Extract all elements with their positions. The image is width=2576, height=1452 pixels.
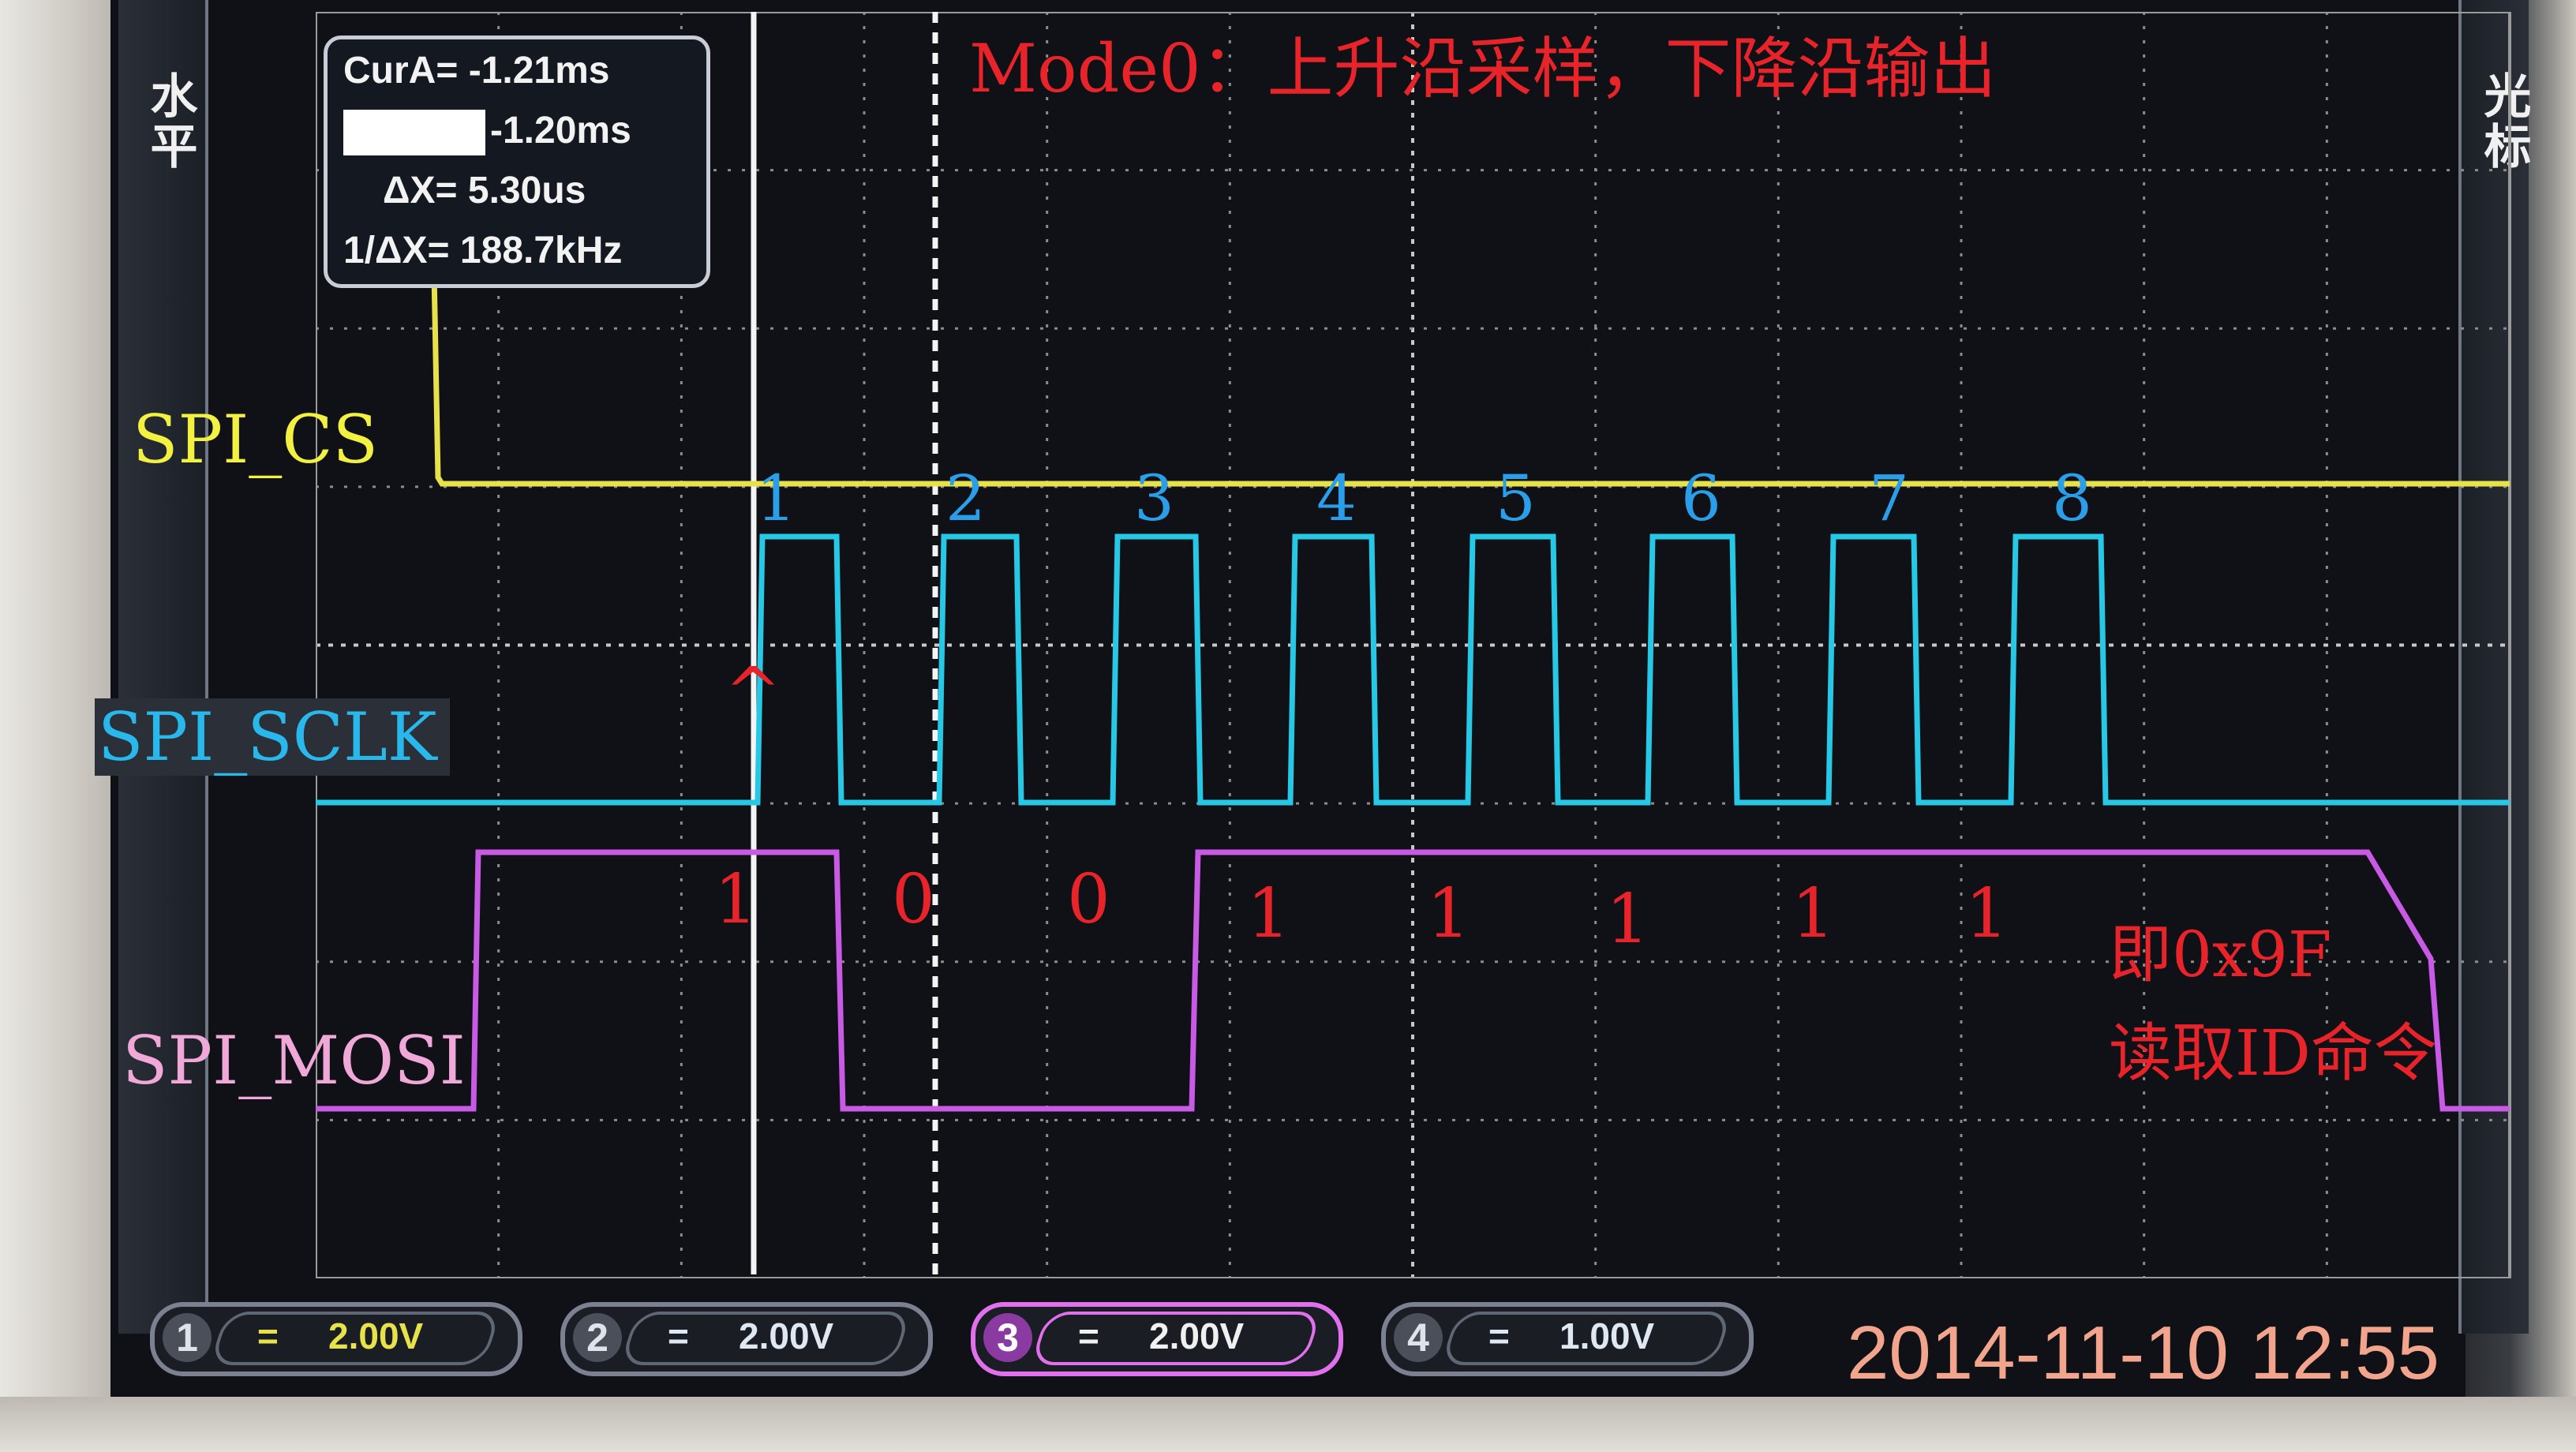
channel-1-coupling-icon: = (257, 1315, 279, 1357)
mosi-bit-7: 1 (1792, 874, 1835, 953)
channel-4-button[interactable]: 4 = 1.00V (1381, 1302, 1754, 1376)
clock-edge-number-2: 2 (945, 462, 986, 535)
clock-edge-number-6: 6 (1681, 462, 1721, 535)
channel-3-coupling-icon: = (1078, 1315, 1099, 1357)
channel-2-coupling-icon: = (668, 1315, 689, 1357)
channel-status-bar: 1 = 2.00V 2 = 2.00V 3 = 2.00V 4 = 1.00V (150, 1302, 1847, 1381)
cursor-readout-box: CurA= -1.21ms -1.20ms ΔX= 5.30us 1/ΔX= 1… (324, 36, 710, 288)
channel-4-volts: 1.00V (1559, 1315, 1655, 1357)
inverse-delta-x-row: 1/ΔX= 188.7kHz (343, 229, 622, 272)
spi-sclk-label: SPI_SCLK (95, 698, 450, 776)
spi-mosi-label: SPI_MOSI (122, 1022, 466, 1099)
channel-1-button[interactable]: 1 = 2.00V (150, 1302, 522, 1376)
cursor-b-label-redacted (343, 110, 485, 156)
mosi-bit-2: 0 (892, 860, 935, 939)
channel-2-button[interactable]: 2 = 2.00V (560, 1302, 933, 1376)
spi-cs-trace (430, 269, 2510, 487)
mosi-bit-5: 1 (1427, 874, 1470, 953)
cursor-a-label: CurA= (343, 50, 459, 92)
channel-4-number: 4 (1394, 1313, 1443, 1362)
delta-x-value: 5.30us (467, 170, 586, 211)
mosi-bit-4: 1 (1247, 874, 1290, 953)
clock-edge-number-4: 4 (1316, 462, 1357, 535)
inverse-delta-x-label: 1/ΔX= (343, 230, 450, 271)
channel-3-number: 3 (983, 1313, 1032, 1362)
channel-3-button[interactable]: 3 = 2.00V (971, 1302, 1343, 1376)
clock-edge-number-3: 3 (1134, 462, 1174, 535)
clock-edge-number-1: 1 (756, 462, 796, 535)
channel-1-volts: 2.00V (328, 1315, 424, 1357)
channel-2-number: 2 (573, 1313, 622, 1362)
clock-edge-number-8: 8 (2052, 462, 2092, 535)
channel-1-number: 1 (163, 1313, 212, 1362)
oscilloscope-bezel-bottom (0, 1397, 2576, 1452)
cursor-a-value: -1.21ms (468, 50, 610, 92)
clock-edge-number-5: 5 (1496, 462, 1536, 535)
capture-timestamp: 2014-11-10 12:55 (1847, 1311, 2439, 1395)
horizontal-menu-panel[interactable]: 水平 (118, 0, 208, 1334)
cursor-a-row: CurA= -1.21ms (343, 49, 609, 92)
result-hex-annotation: 即0x9F (2109, 918, 2332, 991)
clock-edge-number-7: 7 (1869, 462, 1909, 535)
mosi-bit-1: 1 (714, 860, 758, 939)
rising-edge-marker: ^ (724, 653, 782, 732)
cursor-b-row: -1.20ms (343, 109, 631, 156)
cursor-b-value: -1.20ms (490, 110, 631, 152)
horizontal-menu-label: 水平 (142, 71, 197, 172)
result-command-annotation: 读取ID命令 (2109, 1016, 2437, 1090)
delta-x-label: ΔX= (383, 170, 458, 211)
mode-title-annotation: Mode0：上升沿采样，下降沿输出 (969, 30, 1997, 107)
channel-2-volts: 2.00V (739, 1315, 834, 1357)
inverse-delta-x-value: 188.7kHz (459, 230, 623, 271)
mosi-bit-3: 0 (1067, 860, 1110, 939)
spi-cs-label: SPI_CS (133, 401, 379, 478)
channel-4-coupling-icon: = (1488, 1315, 1510, 1357)
mosi-bit-8: 1 (1965, 874, 2009, 953)
channel-3-volts: 2.00V (1149, 1315, 1245, 1357)
mosi-bit-6: 1 (1606, 880, 1649, 959)
delta-x-row: ΔX= 5.30us (383, 169, 586, 212)
